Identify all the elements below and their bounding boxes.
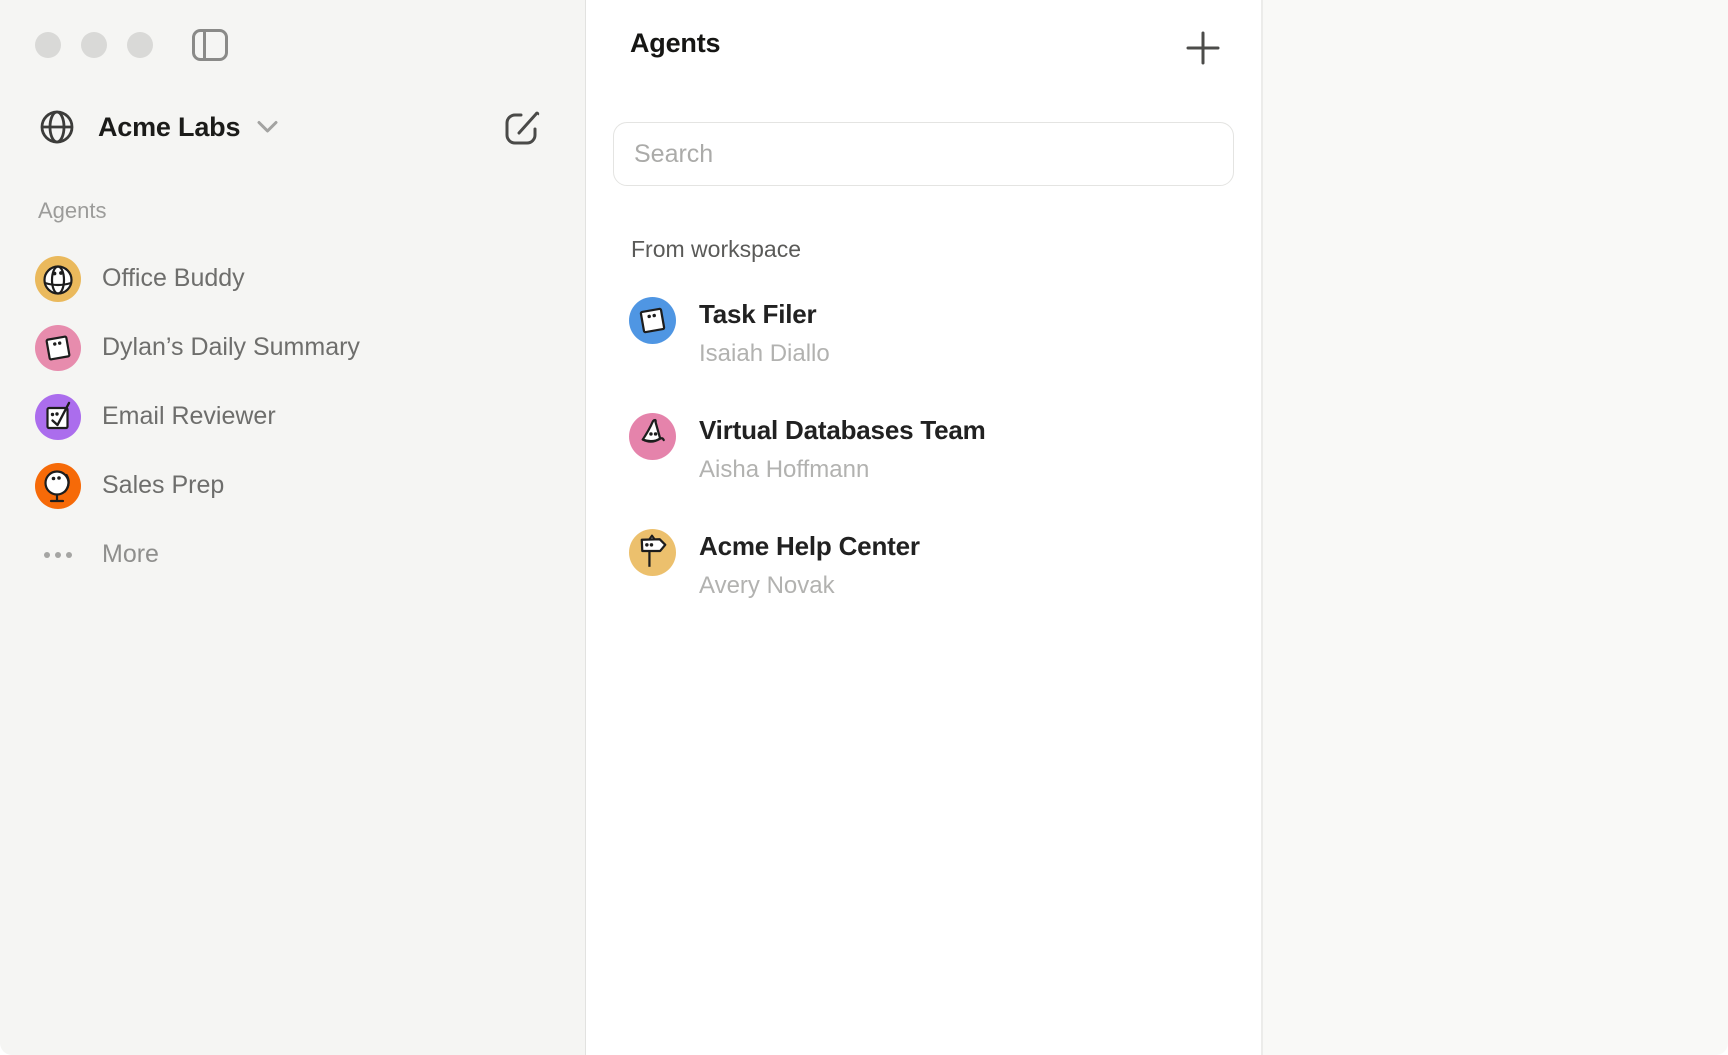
sidebar-item-sales-prep[interactable]: Sales Prep bbox=[35, 451, 555, 520]
chevron-down-icon bbox=[256, 119, 279, 135]
agent-text: Task Filer Isaiah Diallo bbox=[699, 297, 830, 368]
compose-icon bbox=[502, 106, 544, 148]
agent-text: Virtual Databases Team Aisha Hoffmann bbox=[699, 413, 986, 484]
app-window: Acme Labs Agents bbox=[0, 0, 1728, 1055]
workspace-name: Acme Labs bbox=[98, 112, 240, 143]
agent-text: Acme Help Center Avery Novak bbox=[699, 529, 920, 600]
signpost-icon bbox=[629, 529, 676, 576]
note-face-icon bbox=[35, 325, 81, 371]
agent-owner: Isaiah Diallo bbox=[699, 339, 830, 368]
sidebar-item-email-reviewer[interactable]: Email Reviewer bbox=[35, 382, 555, 451]
sidebar-item-office-buddy[interactable]: Office Buddy bbox=[35, 244, 555, 313]
agent-owner: Avery Novak bbox=[699, 571, 920, 600]
note-face-icon bbox=[629, 297, 676, 344]
agent-name: Task Filer bbox=[699, 298, 830, 331]
detail-pane-empty bbox=[1262, 0, 1728, 1055]
agents-panel: Agents From workspace bbox=[586, 0, 1262, 1055]
wizard-hat-icon bbox=[629, 413, 676, 460]
workspace-agent-list: Task Filer Isaiah Diallo Virtual Databas… bbox=[629, 297, 1229, 645]
from-workspace-label: From workspace bbox=[631, 236, 801, 263]
sidebar-item-label: Dylan’s Daily Summary bbox=[102, 333, 360, 362]
plus-icon bbox=[1186, 31, 1220, 65]
sidebar-item-label: Email Reviewer bbox=[102, 402, 276, 431]
sidebar-toggle-button[interactable] bbox=[189, 24, 231, 66]
sidebar-agent-list: Office Buddy Dylan’s Daily Summary bbox=[35, 244, 555, 589]
agent-owner: Aisha Hoffmann bbox=[699, 455, 986, 484]
agent-row-acme-help-center[interactable]: Acme Help Center Avery Novak bbox=[629, 529, 1229, 600]
page-title: Agents bbox=[630, 28, 720, 59]
minimize-window-button[interactable] bbox=[81, 32, 107, 58]
sidebar-item-more[interactable]: More bbox=[35, 520, 555, 589]
globe-face-icon bbox=[35, 256, 81, 302]
new-chat-button[interactable] bbox=[500, 104, 546, 150]
add-agent-button[interactable] bbox=[1182, 27, 1224, 69]
agent-name: Virtual Databases Team bbox=[699, 414, 986, 447]
sidebar-item-dylans-daily-summary[interactable]: Dylan’s Daily Summary bbox=[35, 313, 555, 382]
more-label: More bbox=[102, 540, 159, 569]
search-input[interactable] bbox=[613, 122, 1234, 186]
desk-globe-face-icon bbox=[35, 463, 81, 509]
sidebar-section-label: Agents bbox=[38, 198, 107, 224]
sidebar-item-label: Sales Prep bbox=[102, 471, 224, 500]
checklist-face-icon bbox=[35, 394, 81, 440]
globe-icon bbox=[38, 108, 76, 146]
ellipsis-icon bbox=[35, 532, 81, 578]
agent-row-virtual-databases-team[interactable]: Virtual Databases Team Aisha Hoffmann bbox=[629, 413, 1229, 484]
agent-row-task-filer[interactable]: Task Filer Isaiah Diallo bbox=[629, 297, 1229, 368]
agent-name: Acme Help Center bbox=[699, 530, 920, 563]
workspace-switcher[interactable]: Acme Labs bbox=[38, 101, 279, 153]
sidebar-item-label: Office Buddy bbox=[102, 264, 245, 293]
zoom-window-button[interactable] bbox=[127, 32, 153, 58]
close-window-button[interactable] bbox=[35, 32, 61, 58]
sidebar-toggle-icon bbox=[191, 27, 229, 63]
window-controls bbox=[35, 32, 153, 58]
sidebar: Acme Labs Agents bbox=[0, 0, 586, 1055]
